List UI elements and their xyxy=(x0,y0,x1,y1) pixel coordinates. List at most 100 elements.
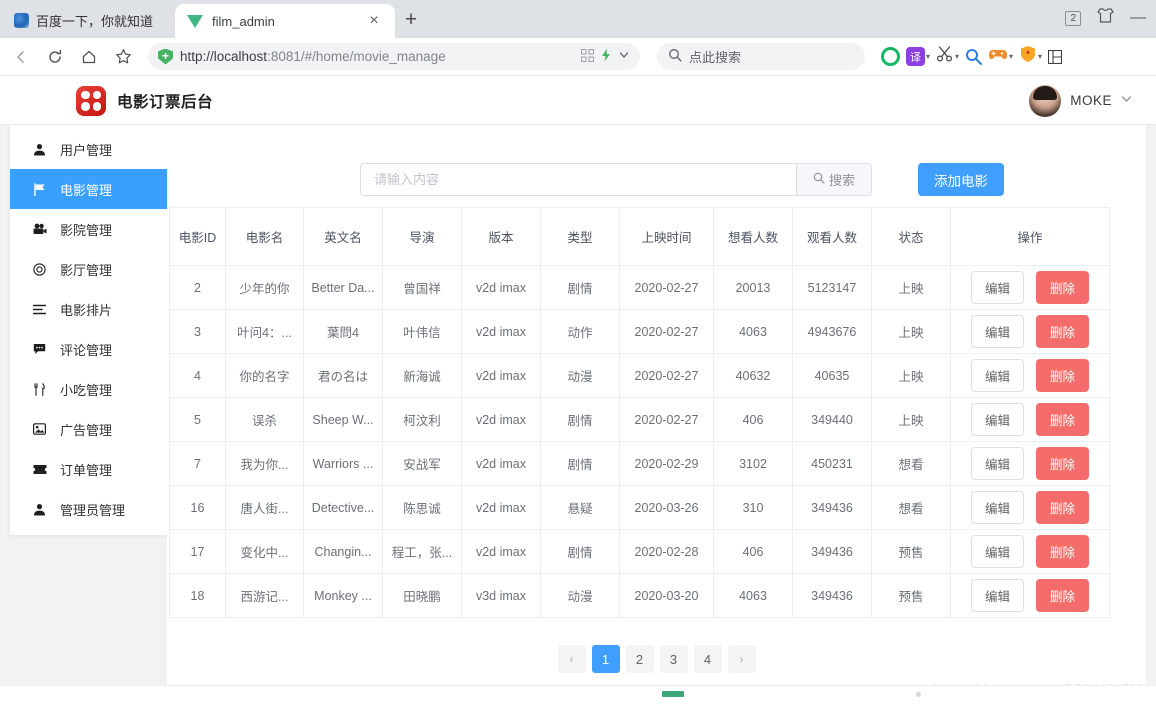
back-icon[interactable] xyxy=(6,42,36,72)
delete-button[interactable]: 删除 xyxy=(1036,403,1090,436)
chevron-down-icon[interactable] xyxy=(1121,95,1132,106)
delete-button[interactable]: 删除 xyxy=(1036,447,1090,480)
sidebar-item-snack-manage[interactable]: 小吃管理 xyxy=(10,369,167,409)
edit-button[interactable]: 编辑 xyxy=(970,271,1024,304)
chevron-right-icon[interactable]: › xyxy=(727,645,756,673)
delete-button[interactable]: 删除 xyxy=(1036,271,1090,304)
delete-button[interactable]: 删除 xyxy=(1036,579,1090,612)
table-row[interactable]: 7 我为你... Warriors ... 安战军 v2d imax 剧情 20… xyxy=(169,441,1110,486)
cell-want: 406 xyxy=(713,529,793,574)
cell-date: 2020-02-27 xyxy=(619,353,714,398)
chevron-left-icon[interactable]: ‹ xyxy=(557,645,586,673)
address-bar[interactable]: http://localhost:8081/#/home/movie_manag… xyxy=(148,43,640,70)
search-button[interactable]: 搜索 xyxy=(796,163,872,196)
sidebar-item-order-manage[interactable]: 订单管理 xyxy=(10,449,167,489)
ext-green-circle-icon[interactable] xyxy=(879,47,902,66)
browser-search-box[interactable]: 点此搜索 xyxy=(657,43,865,70)
user-menu[interactable]: MOKE xyxy=(1029,84,1156,117)
search-icon xyxy=(813,172,825,187)
table-row[interactable]: 18 西游记... Monkey ... 田晓鹏 v3d imax 动漫 202… xyxy=(169,573,1110,618)
table-row[interactable]: 16 唐人街... Detective... 陈思诚 v2d imax 悬疑 2… xyxy=(169,485,1110,530)
edit-button[interactable]: 编辑 xyxy=(970,315,1024,348)
pagination: ‹ 1 2 3 4 › xyxy=(167,645,1146,673)
bookmark-baidu[interactable]: 百度一下，你就知道 xyxy=(0,5,167,35)
ext-screenshot[interactable]: ▾ xyxy=(934,45,961,68)
cell-actions: 编辑 删除 xyxy=(950,397,1110,442)
delete-button[interactable]: 删除 xyxy=(1036,359,1090,392)
edit-button[interactable]: 编辑 xyxy=(970,491,1024,524)
sidebar-item-ad-manage[interactable]: 广告管理 xyxy=(10,409,167,449)
cell-movie-id: 4 xyxy=(169,353,226,398)
page-button-3[interactable]: 3 xyxy=(659,645,688,673)
sidebar-item-user-manage[interactable]: 用户管理 xyxy=(10,129,167,169)
cell-type: 剧情 xyxy=(540,265,620,310)
page-button-2[interactable]: 2 xyxy=(625,645,654,673)
chevron-down-icon[interactable]: ▾ xyxy=(926,52,930,61)
tab-count-badge[interactable]: 2 xyxy=(1065,10,1081,26)
page-button-1[interactable]: 1 xyxy=(591,645,620,673)
cell-date: 2020-02-27 xyxy=(619,265,714,310)
delete-button[interactable]: 删除 xyxy=(1036,315,1090,348)
close-icon[interactable]: × xyxy=(365,13,383,29)
sidebar-item-cinema-manage[interactable]: 影院管理 xyxy=(10,209,167,249)
cell-type: 动漫 xyxy=(540,573,620,618)
table-row[interactable]: 17 变化中... Changin... 程工，张... v2d imax 剧情… xyxy=(169,529,1110,574)
page-button-4[interactable]: 4 xyxy=(693,645,722,673)
col-header-type: 类型 xyxy=(540,207,620,266)
cell-state: 预售 xyxy=(871,529,951,574)
cell-version: v2d imax xyxy=(461,485,541,530)
reload-icon[interactable] xyxy=(40,42,70,72)
lightning-icon[interactable] xyxy=(601,48,611,65)
chevron-down-icon[interactable] xyxy=(618,49,630,64)
sidebar-item-hall-manage[interactable]: 影厅管理 xyxy=(10,249,167,289)
tshirt-icon[interactable] xyxy=(1097,8,1114,28)
cell-director: 曾国祥 xyxy=(382,265,462,310)
ext-games[interactable]: ▾ xyxy=(986,47,1015,67)
add-movie-button[interactable]: 添加电影 xyxy=(918,163,1004,196)
cell-director: 安战军 xyxy=(382,441,462,486)
sidebar-item-movie-manage[interactable]: 电影管理 xyxy=(10,169,167,209)
browser-tab-film-admin[interactable]: film_admin × xyxy=(175,4,396,38)
brand[interactable]: 电影订票后台 xyxy=(0,85,213,116)
cell-watch: 40635 xyxy=(792,353,872,398)
search-input[interactable] xyxy=(360,163,796,196)
delete-button[interactable]: 删除 xyxy=(1036,535,1090,568)
minimize-icon[interactable]: — xyxy=(1130,9,1146,27)
qr-code-icon[interactable] xyxy=(581,48,594,65)
edit-button[interactable]: 编辑 xyxy=(970,579,1024,612)
ext-search-icon[interactable] xyxy=(963,48,984,65)
edit-button[interactable]: 编辑 xyxy=(970,403,1024,436)
edit-button[interactable]: 编辑 xyxy=(970,447,1024,480)
cell-type: 悬疑 xyxy=(540,485,620,530)
col-header-date: 上映时间 xyxy=(619,207,714,266)
cell-director: 田晓鹏 xyxy=(382,573,462,618)
col-header-state: 状态 xyxy=(871,207,951,266)
table-header-row: 电影ID 电影名 英文名 导演 版本 类型 上映时间 想看人数 观看人数 状态 … xyxy=(169,207,1110,266)
admin-user-icon xyxy=(32,502,47,517)
cell-actions: 编辑 删除 xyxy=(950,441,1110,486)
sidebar-item-admin-manage[interactable]: 管理员管理 xyxy=(10,489,167,529)
star-icon[interactable] xyxy=(108,42,138,72)
chevron-down-icon[interactable]: ▾ xyxy=(1009,52,1013,61)
delete-button[interactable]: 删除 xyxy=(1036,491,1090,524)
ext-shield[interactable]: ▾ xyxy=(1017,45,1044,68)
ext-menu-icon[interactable] xyxy=(1046,49,1064,64)
cell-name: 西游记... xyxy=(225,573,304,618)
chevron-down-icon[interactable]: ▾ xyxy=(1038,52,1042,61)
cell-director: 程工，张... xyxy=(382,529,462,574)
new-tab-button[interactable]: + xyxy=(395,5,427,35)
chevron-down-icon[interactable]: ▾ xyxy=(955,52,959,61)
table-row[interactable]: 3 叶问4：... 葉問4 叶伟信 v2d imax 动作 2020-02-27… xyxy=(169,309,1110,354)
ext-translate[interactable]: 译 ▾ xyxy=(904,47,932,66)
table-row[interactable]: 2 少年的你 Better Da... 曾国祥 v2d imax 剧情 2020… xyxy=(169,265,1110,310)
table-row[interactable]: 5 误杀 Sheep W... 柯汶利 v2d imax 剧情 2020-02-… xyxy=(169,397,1110,442)
cell-name: 唐人街... xyxy=(225,485,304,530)
cell-type: 动漫 xyxy=(540,353,620,398)
table-row[interactable]: 4 你的名字 君の名は 新海诚 v2d imax 动漫 2020-02-27 4… xyxy=(169,353,1110,398)
edit-button[interactable]: 编辑 xyxy=(970,359,1024,392)
edit-button[interactable]: 编辑 xyxy=(970,535,1024,568)
sidebar-item-movie-schedule[interactable]: 电影排片 xyxy=(10,289,167,329)
sidebar-item-comment-manage[interactable]: 评论管理 xyxy=(10,329,167,369)
col-header-director: 导演 xyxy=(382,207,462,266)
home-icon[interactable] xyxy=(74,42,104,72)
